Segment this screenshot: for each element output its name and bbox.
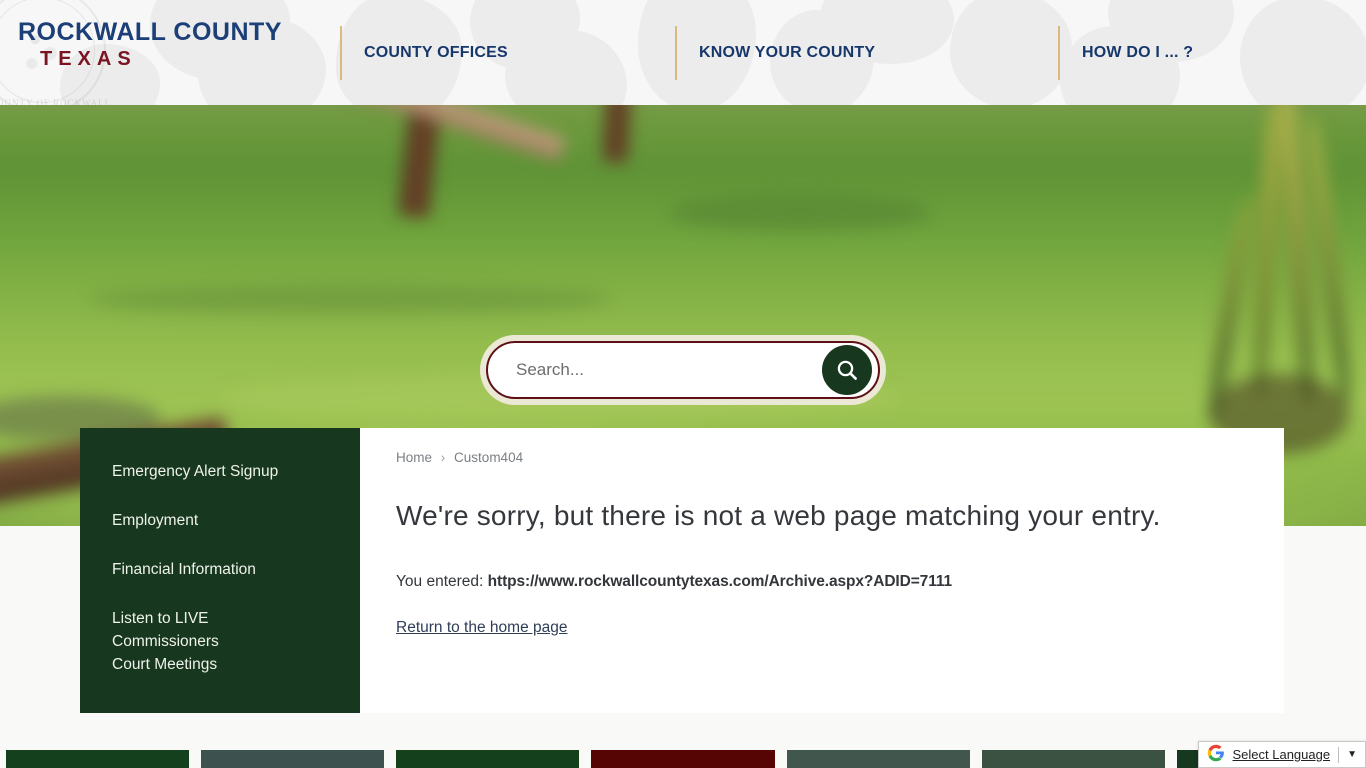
search-icon	[837, 360, 857, 380]
footer-tile[interactable]	[591, 750, 775, 768]
grass-shadow	[670, 194, 930, 230]
site-header: STATE OF TEXAS COUNTY OF ROCKWALL ROCKWA…	[0, 0, 1366, 105]
entered-url-line: You entered: https://www.rockwallcountyt…	[396, 573, 1248, 591]
nav-label-how-do-i[interactable]: HOW DO I ... ?	[1082, 44, 1193, 62]
page-title: We're sorry, but there is not a web page…	[396, 500, 1161, 531]
search-input[interactable]	[488, 343, 822, 397]
breadcrumb: Home › Custom404	[396, 450, 1248, 465]
nav-divider-icon	[1058, 25, 1060, 80]
logo-line-county: ROCKWALL COUNTY	[18, 18, 282, 46]
translate-divider	[1338, 746, 1340, 763]
site-logo[interactable]: ROCKWALL COUNTY TEXAS	[18, 18, 282, 72]
return-home-link[interactable]: Return to the home page	[396, 619, 567, 636]
search-field-frame[interactable]	[486, 341, 880, 399]
footer-tile[interactable]	[6, 750, 190, 768]
google-translate-widget[interactable]: Select Language ▼	[1197, 741, 1366, 768]
sidebar-item-emergency-alert-signup[interactable]: Emergency Alert Signup	[80, 460, 360, 483]
nav-item-how-do-i[interactable]: HOW DO I ... ?	[1058, 0, 1193, 105]
seal-bottom-text: COUNTY OF ROCKWALL	[0, 98, 112, 105]
footer-tile[interactable]	[786, 750, 970, 768]
logo-line-texas: TEXAS	[40, 48, 137, 70]
breadcrumb-separator-icon: ›	[440, 450, 446, 465]
nav-divider-icon	[675, 25, 677, 80]
entered-url-value: https://www.rockwallcountytexas.com/Arch…	[487, 573, 953, 590]
entered-url-prefix: You entered:	[396, 573, 484, 590]
search-bar[interactable]	[480, 335, 886, 405]
grass-shadow	[90, 284, 610, 314]
quick-links-sidebar: Emergency Alert Signup Employment Financ…	[80, 428, 360, 713]
google-g-icon	[1207, 744, 1225, 765]
sidebar-item-listen-live-commissioners-court[interactable]: Listen to LIVE Commissioners Court Meeti…	[80, 607, 270, 676]
nav-label-know-your-county[interactable]: KNOW YOUR COUNTY	[699, 44, 875, 62]
footer-tile[interactable]	[396, 750, 580, 768]
footer-tile[interactable]	[201, 750, 385, 768]
nav-divider-icon	[340, 25, 342, 80]
tall-weed	[1250, 104, 1284, 397]
footer-tile[interactable]	[981, 750, 1165, 768]
nav-label-county-offices[interactable]: COUNTY OFFICES	[364, 44, 508, 62]
breadcrumb-item-home[interactable]: Home	[396, 450, 432, 465]
sidebar-item-financial-information[interactable]: Financial Information	[80, 558, 360, 581]
seal-top-text: STATE OF TEXAS	[4, 0, 89, 2]
nav-item-county-offices[interactable]: COUNTY OFFICES	[340, 0, 508, 105]
chevron-down-icon[interactable]: ▼	[1347, 749, 1357, 760]
breadcrumb-item-custom404: Custom404	[454, 450, 524, 465]
fence-rail-icon	[349, 104, 567, 162]
sidebar-item-employment[interactable]: Employment	[80, 509, 360, 532]
search-submit-button[interactable]	[822, 345, 872, 395]
select-language-label[interactable]: Select Language	[1233, 747, 1331, 762]
nav-item-know-your-county[interactable]: KNOW YOUR COUNTY	[675, 0, 875, 105]
content-card: Emergency Alert Signup Employment Financ…	[80, 428, 1284, 713]
fence-post-icon	[603, 104, 631, 163]
main-content: Home › Custom404 We're sorry, but there …	[360, 428, 1284, 713]
footer-tile-strip	[0, 750, 1366, 768]
